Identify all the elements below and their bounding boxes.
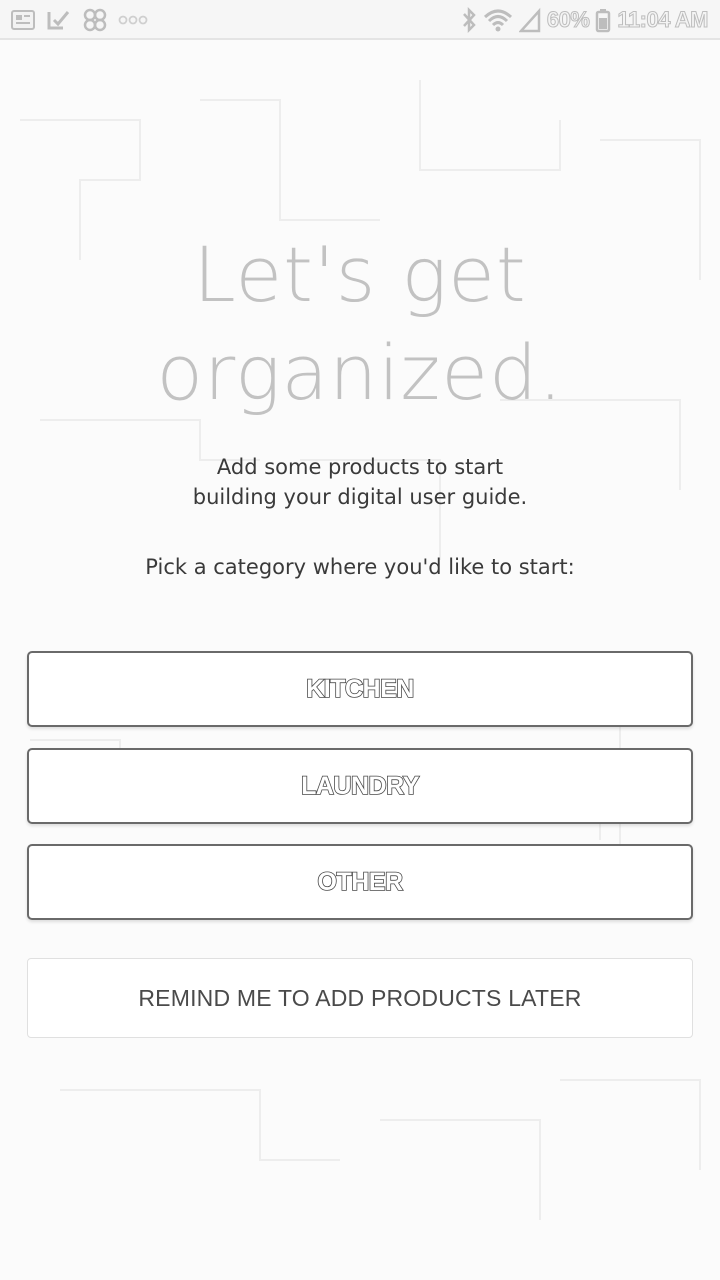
more-dots-icon xyxy=(118,8,148,32)
battery-icon xyxy=(595,7,611,33)
remind-later-button[interactable]: REMIND ME TO ADD PRODUCTS LATER xyxy=(27,958,693,1038)
wifi-icon xyxy=(483,7,513,33)
remind-later-label: REMIND ME TO ADD PRODUCTS LATER xyxy=(138,984,582,1011)
other-button-label: OTHER xyxy=(317,867,404,897)
other-button[interactable]: OTHER xyxy=(27,844,693,920)
kitchen-button-label: KITCHEN xyxy=(305,674,415,704)
title-line-1: Let's get xyxy=(193,230,527,319)
category-prompt: Pick a category where you'd like to star… xyxy=(145,555,575,579)
status-bar: 60% 11:04 AM xyxy=(0,0,720,40)
laundry-button[interactable]: LAUNDRY xyxy=(27,748,693,824)
intro-line-2: building your digital user guide. xyxy=(192,485,528,509)
battery-percent: 60% xyxy=(546,7,590,33)
laundry-button-label: LAUNDRY xyxy=(300,771,420,801)
gallery-icon xyxy=(10,8,36,32)
checklist-icon xyxy=(46,8,72,32)
title-line-2: organized. xyxy=(156,328,564,417)
pinwheel-icon xyxy=(82,8,108,32)
onboarding-screen: 60% 11:04 AM Let's get organized. Add so… xyxy=(0,0,720,1280)
intro-line-1: Add some products to start xyxy=(216,455,504,479)
intro-text: Add some products to start building your… xyxy=(0,452,720,512)
page-title: Let's get organized. xyxy=(0,226,720,422)
signal-icon xyxy=(518,7,541,33)
clock: 11:04 AM xyxy=(617,7,709,33)
bluetooth-icon xyxy=(461,7,477,33)
system-status: 60% 11:04 AM xyxy=(461,6,709,34)
kitchen-button[interactable]: KITCHEN xyxy=(27,651,693,727)
notification-icons xyxy=(10,8,148,32)
